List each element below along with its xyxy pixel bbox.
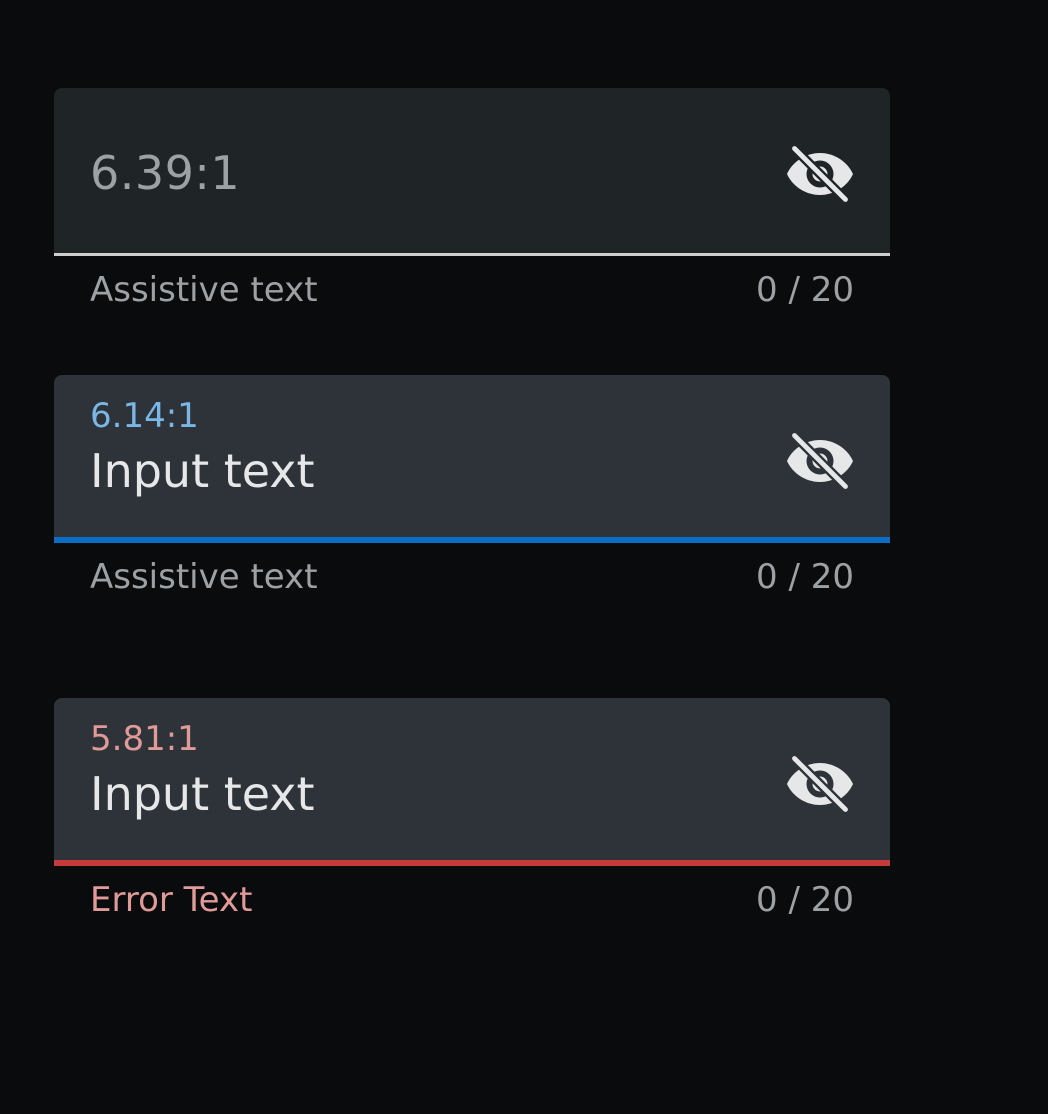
field-label: 6.14:1 [90, 396, 199, 436]
field-placeholder: 6.39:1 [90, 146, 241, 200]
visibility-off-icon [787, 432, 853, 490]
character-counter: 0 / 20 [756, 270, 854, 310]
error-text: Error Text [90, 880, 253, 920]
visibility-off-icon [787, 145, 853, 203]
assistive-text: Assistive text [90, 270, 318, 310]
password-field-error[interactable]: 5.81:1 Input text [54, 698, 890, 866]
visibility-toggle-button[interactable] [784, 138, 856, 210]
password-field-enabled[interactable]: 6.39:1 [54, 88, 890, 256]
visibility-toggle-button[interactable] [784, 425, 856, 497]
assistive-text: Assistive text [90, 557, 318, 597]
visibility-off-icon [787, 755, 853, 813]
field-input-value[interactable]: Input text [90, 443, 315, 499]
field-input-value[interactable]: Input text [90, 766, 315, 822]
field-label: 5.81:1 [90, 719, 199, 759]
password-field-focused[interactable]: 6.14:1 Input text [54, 375, 890, 543]
character-counter: 0 / 20 [756, 557, 854, 597]
visibility-toggle-button[interactable] [784, 748, 856, 820]
character-counter: 0 / 20 [756, 880, 854, 920]
